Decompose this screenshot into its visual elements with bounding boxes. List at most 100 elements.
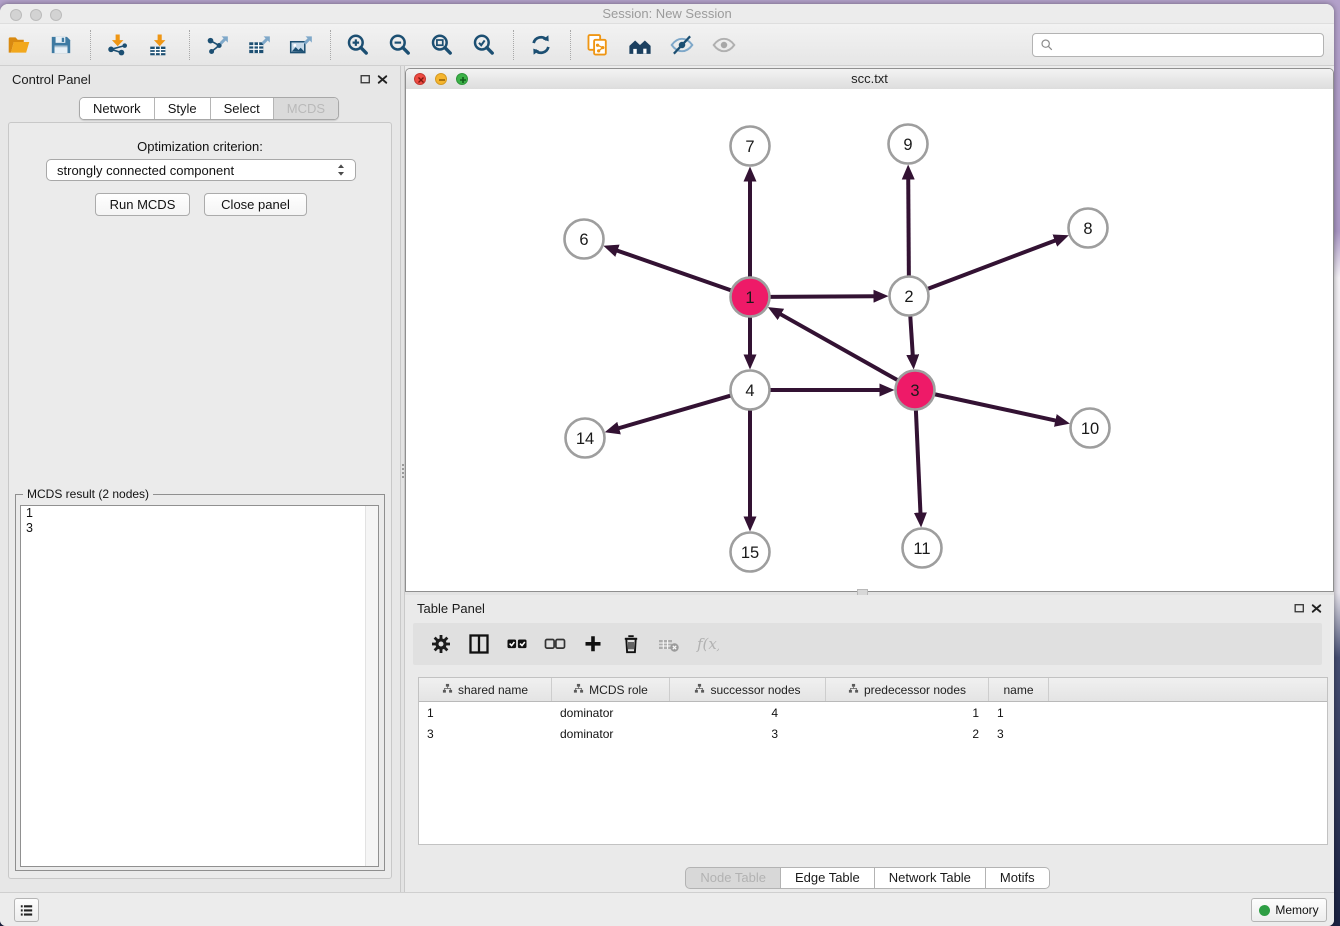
memory-label: Memory <box>1275 903 1318 917</box>
table-cell[interactable]: 1 <box>419 706 552 720</box>
open-session-icon[interactable] <box>6 32 32 58</box>
column-header-successor-nodes[interactable]: successor nodes <box>670 678 826 701</box>
graph-node-label: 14 <box>576 430 594 448</box>
first-neighbors-icon[interactable] <box>627 32 653 58</box>
float-panel-icon[interactable] <box>359 73 372 86</box>
table-cell[interactable]: 4 <box>670 706 826 720</box>
network-graph: 7 9 6 8 1 2 4 3 14 10 15 11 <box>406 89 1333 591</box>
delete-column-icon[interactable] <box>619 632 643 656</box>
export-network-icon[interactable] <box>204 32 230 58</box>
toolbar-separator <box>330 30 331 60</box>
graph-node-7[interactable]: 7 <box>731 127 770 166</box>
export-image-icon[interactable] <box>288 32 314 58</box>
graph-node-6[interactable]: 6 <box>565 220 604 259</box>
select-all-icon[interactable] <box>505 632 529 656</box>
tab-style[interactable]: Style <box>155 98 211 119</box>
close-table-panel-icon[interactable] <box>1310 602 1323 615</box>
close-panel-button[interactable]: Close panel <box>204 193 307 216</box>
clear-selection-icon[interactable] <box>543 632 567 656</box>
tab-edge-table[interactable]: Edge Table <box>781 867 875 889</box>
column-header-name[interactable]: name <box>989 678 1049 701</box>
table-row[interactable]: 1dominator411 <box>419 702 1327 723</box>
graph-node-1[interactable]: 1 <box>731 278 770 317</box>
graph-edge-1-6[interactable] <box>616 250 731 290</box>
mcds-result-title: MCDS result (2 nodes) <box>23 487 153 501</box>
graph-edge-4-14[interactable] <box>618 396 731 429</box>
add-column-icon[interactable] <box>581 632 605 656</box>
close-panel-icon[interactable] <box>376 73 389 86</box>
graph-edge-3-1[interactable] <box>780 314 898 380</box>
mcds-result-scrollbar[interactable] <box>365 506 378 866</box>
import-table-icon[interactable] <box>147 32 173 58</box>
graph-edge-2-8[interactable] <box>928 240 1057 289</box>
hide-selected-icon[interactable] <box>669 32 695 58</box>
tab-network[interactable]: Network <box>80 98 155 119</box>
graph-node-8[interactable]: 8 <box>1069 209 1108 248</box>
column-label: shared name <box>458 683 528 697</box>
column-header-shared-name[interactable]: shared name <box>419 678 552 701</box>
criterion-select[interactable]: strongly connected component <box>46 159 356 181</box>
tab-network-table[interactable]: Network Table <box>875 867 986 889</box>
tab-mcds[interactable]: MCDS <box>274 98 338 119</box>
graph-node-3[interactable]: 3 <box>896 371 935 410</box>
table-cell[interactable]: 1 <box>826 706 989 720</box>
graph-edge-2-3[interactable] <box>910 316 913 356</box>
column-settings-icon[interactable] <box>429 632 453 656</box>
import-network-icon[interactable] <box>105 32 131 58</box>
column-tree-icon <box>442 683 453 697</box>
task-history-button[interactable] <box>14 898 39 922</box>
mcds-result-line: 3 <box>21 521 378 536</box>
save-session-icon[interactable] <box>48 32 74 58</box>
graph-node-14[interactable]: 14 <box>566 419 605 458</box>
table-cell[interactable]: 1 <box>989 706 1049 720</box>
tab-motifs[interactable]: Motifs <box>986 867 1050 889</box>
zoom-out-icon[interactable] <box>387 32 413 58</box>
graph-node-label: 6 <box>579 231 588 249</box>
apply-layout-icon[interactable] <box>528 32 554 58</box>
table-row[interactable]: 3dominator323 <box>419 723 1327 744</box>
workspace: Control Panel NetworkStyleSelectMCDS Opt… <box>0 66 1334 893</box>
search-input[interactable] <box>1059 34 1323 56</box>
run-mcds-button[interactable]: Run MCDS <box>95 193 190 216</box>
graph-node-2[interactable]: 2 <box>890 277 929 316</box>
graph-node-15[interactable]: 15 <box>731 533 770 572</box>
duplicate-network-icon[interactable] <box>585 32 611 58</box>
mcds-result-list[interactable]: 13 <box>20 505 379 867</box>
zoom-selected-icon[interactable] <box>471 32 497 58</box>
node-table: shared name MCDS role successor nodes prede… <box>418 677 1328 845</box>
split-panel-icon[interactable] <box>467 632 491 656</box>
graph-node-label: 15 <box>741 544 759 562</box>
zoom-in-icon[interactable] <box>345 32 371 58</box>
network-canvas[interactable]: 7 9 6 8 1 2 4 3 14 10 15 11 <box>406 89 1333 591</box>
graph-node-4[interactable]: 4 <box>731 371 770 410</box>
zoom-fit-icon[interactable] <box>429 32 455 58</box>
graph-node-10[interactable]: 10 <box>1071 409 1110 448</box>
graph-edge-3-11[interactable] <box>916 410 921 514</box>
column-header-predecessor-nodes[interactable]: predecessor nodes <box>826 678 989 701</box>
table-cell[interactable]: dominator <box>552 727 670 741</box>
graph-node-9[interactable]: 9 <box>889 125 928 164</box>
table-body: 1dominator4113dominator323 <box>419 702 1327 744</box>
table-cell[interactable]: 3 <box>989 727 1049 741</box>
graph-edge-3-10[interactable] <box>935 394 1057 421</box>
graph-node-label: 9 <box>903 136 912 154</box>
column-tree-icon <box>573 683 584 697</box>
tab-node-table[interactable]: Node Table <box>685 867 781 889</box>
search-box[interactable] <box>1032 33 1324 57</box>
float-table-panel-icon[interactable] <box>1293 602 1306 615</box>
control-panel-title: Control Panel <box>12 72 91 87</box>
column-label: predecessor nodes <box>864 683 966 697</box>
graph-node-11[interactable]: 11 <box>903 529 942 568</box>
tab-select[interactable]: Select <box>211 98 274 119</box>
table-cell[interactable]: 3 <box>670 727 826 741</box>
table-cell[interactable]: 3 <box>419 727 552 741</box>
graph-edge-1-2[interactable] <box>770 296 875 297</box>
export-table-icon[interactable] <box>246 32 272 58</box>
table-cell[interactable]: dominator <box>552 706 670 720</box>
graph-edge-2-9[interactable] <box>908 178 909 276</box>
table-cell[interactable]: 2 <box>826 727 989 741</box>
column-header-MCDS-role[interactable]: MCDS role <box>552 678 670 701</box>
column-label: successor nodes <box>710 683 800 697</box>
column-label: MCDS role <box>589 683 648 697</box>
memory-button[interactable]: Memory <box>1251 898 1327 922</box>
